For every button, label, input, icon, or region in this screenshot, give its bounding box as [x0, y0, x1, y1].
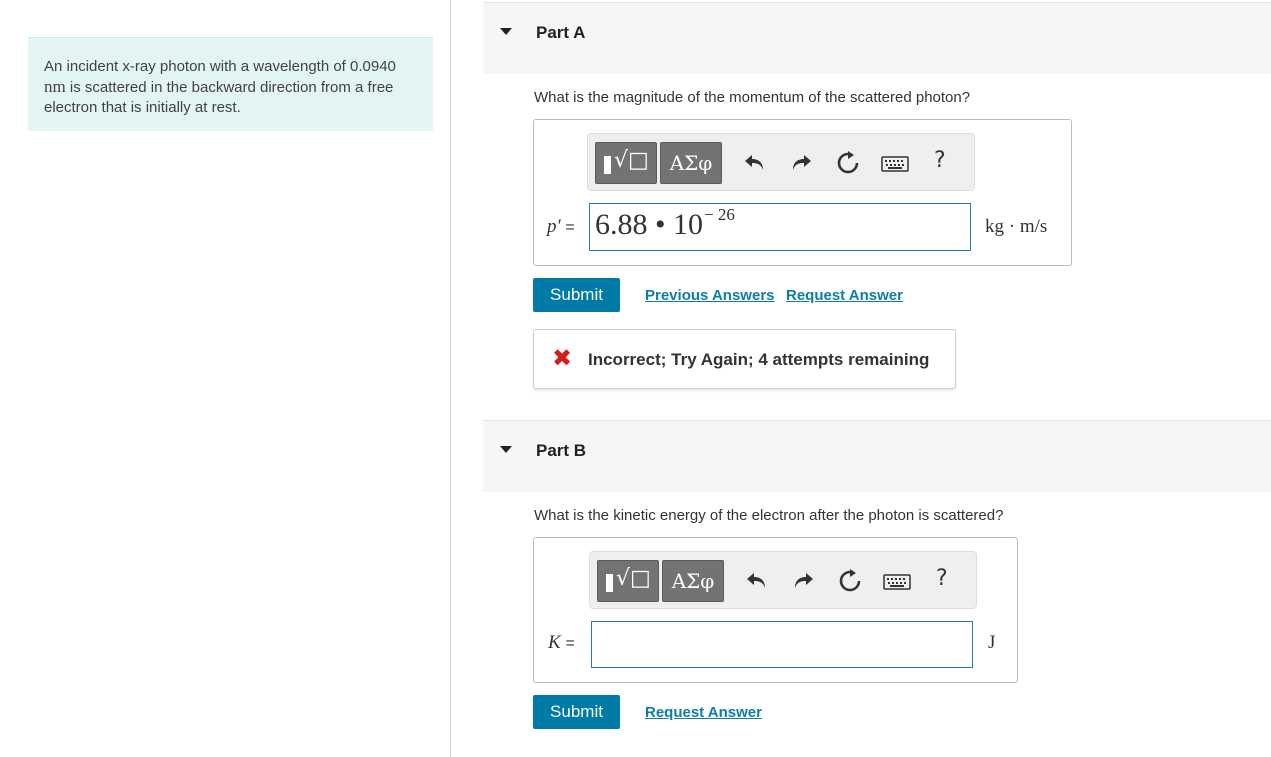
- part-a-math-toolbar: √□ ΑΣφ ?: [587, 133, 975, 191]
- equals-sign: =: [565, 219, 575, 236]
- greek-symbols-button[interactable]: ΑΣφ: [660, 142, 722, 184]
- answer-mantissa: 6.88 • 10: [595, 208, 704, 241]
- answer-exponent: − 26: [704, 205, 735, 224]
- part-b-variable-label: K =: [548, 632, 575, 654]
- equals-sign: =: [565, 635, 575, 652]
- keyboard-icon[interactable]: [881, 154, 909, 174]
- part-a-request-answer-link[interactable]: Request Answer: [786, 287, 903, 304]
- help-button[interactable]: ?: [936, 566, 948, 591]
- part-b-request-answer-link[interactable]: Request Answer: [645, 704, 762, 721]
- part-b-submit-button[interactable]: Submit: [533, 695, 620, 729]
- part-a-submit-button[interactable]: Submit: [533, 278, 620, 312]
- templates-button[interactable]: √□: [595, 142, 657, 184]
- part-a-units: kg · m/s: [985, 216, 1048, 237]
- reset-icon[interactable]: [838, 569, 862, 593]
- part-b-title: Part B: [536, 441, 587, 460]
- problem-text-start: An incident x-ray photon with a waveleng…: [44, 58, 396, 75]
- keyboard-icon[interactable]: [883, 572, 911, 592]
- part-b-header[interactable]: Part B: [483, 420, 1271, 492]
- part-b-units: J: [988, 632, 996, 653]
- part-b-answer-input[interactable]: [591, 621, 973, 668]
- template-block-icon: [606, 574, 613, 592]
- part-a-answer-box: √□ ΑΣφ ? p′ = 6.88 • 10 − 26 kg · m/s: [533, 119, 1072, 266]
- column-divider: [450, 0, 451, 757]
- caret-down-icon[interactable]: [500, 28, 512, 35]
- incorrect-feedback: ✖ Incorrect; Try Again; 4 attempts remai…: [533, 329, 956, 389]
- template-block-icon: [604, 156, 611, 174]
- feedback-message: Incorrect; Try Again; 4 attempts remaini…: [588, 350, 930, 369]
- part-a-header[interactable]: Part A: [483, 2, 1271, 74]
- problem-text-end: is scattered in the backward direction f…: [44, 79, 394, 116]
- reset-icon[interactable]: [836, 151, 860, 175]
- part-a-answer-input[interactable]: 6.88 • 10 − 26: [589, 203, 971, 251]
- variable-k: K: [548, 632, 561, 653]
- radical-icon: √□: [616, 566, 651, 591]
- undo-icon[interactable]: [745, 569, 769, 593]
- wavelength-unit: nm: [44, 77, 66, 96]
- part-b-question: What is the kinetic energy of the electr…: [534, 507, 1004, 524]
- caret-down-icon[interactable]: [500, 446, 512, 453]
- part-b-answer-box: √□ ΑΣφ ? K = J: [533, 537, 1018, 683]
- previous-answers-link[interactable]: Previous Answers: [645, 287, 775, 304]
- templates-button[interactable]: √□: [597, 560, 659, 602]
- part-a-variable-label: p′ =: [547, 216, 575, 238]
- help-button[interactable]: ?: [934, 148, 946, 173]
- redo-icon[interactable]: [789, 151, 813, 175]
- part-b-math-toolbar: √□ ΑΣφ ?: [589, 551, 977, 609]
- close-x-icon: ✖: [552, 345, 573, 372]
- undo-icon[interactable]: [743, 151, 767, 175]
- problem-statement: An incident x-ray photon with a waveleng…: [28, 37, 433, 131]
- radical-icon: √□: [614, 148, 649, 173]
- greek-symbols-button[interactable]: ΑΣφ: [662, 560, 724, 602]
- part-a-title: Part A: [536, 23, 586, 42]
- part-a-question: What is the magnitude of the momentum of…: [534, 89, 971, 106]
- variable-p-prime: p′: [547, 216, 561, 237]
- redo-icon[interactable]: [791, 569, 815, 593]
